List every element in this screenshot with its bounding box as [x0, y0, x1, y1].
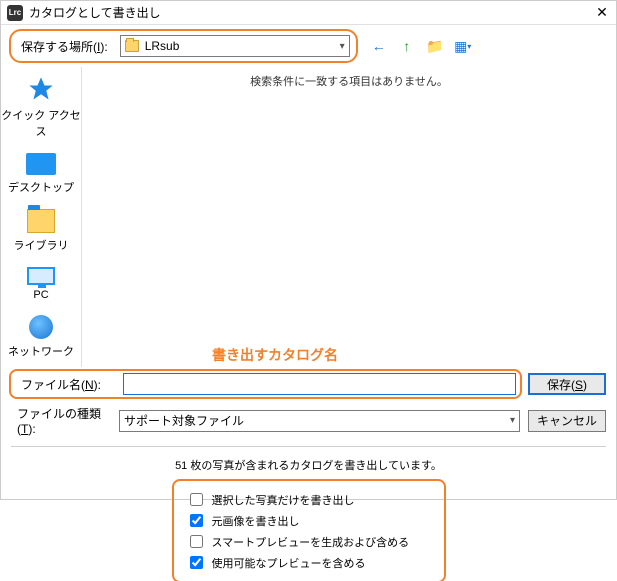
- opt-smart-previews[interactable]: スマートプレビューを生成および含める: [186, 531, 432, 552]
- file-browse-area: 検索条件に一致する項目はありません。 書き出すカタログ名: [81, 67, 616, 367]
- star-icon: [27, 75, 55, 103]
- app-icon: Lrc: [7, 5, 23, 21]
- titlebar: Lrc カタログとして書き出し ✕: [1, 1, 616, 25]
- opt-export-originals-check[interactable]: [190, 514, 203, 527]
- empty-message: 検索条件に一致する項目はありません。: [86, 71, 612, 89]
- save-button[interactable]: 保存(S): [528, 373, 606, 395]
- filename-input[interactable]: [123, 373, 516, 395]
- desktop-icon: [26, 153, 56, 175]
- chevron-down-icon: ▾: [510, 415, 515, 426]
- divider: [11, 446, 606, 447]
- sidebar-item-network[interactable]: ネットワーク: [1, 315, 81, 359]
- back-icon[interactable]: ←: [370, 37, 388, 55]
- network-icon: [29, 315, 53, 339]
- location-row: 保存する場所(I): LRsub ▾ ← ↑ 📁 ▦▾: [1, 25, 616, 67]
- places-sidebar: クイック アクセス デスクトップ ライブラリ PC ネットワーク: [1, 67, 81, 367]
- up-icon[interactable]: ↑: [398, 37, 416, 55]
- folder-icon: [125, 40, 139, 52]
- window-title: カタログとして書き出し: [29, 4, 594, 21]
- cancel-button[interactable]: キャンセル: [528, 410, 606, 432]
- opt-smart-previews-check[interactable]: [190, 535, 203, 548]
- sidebar-item-quick-access[interactable]: クイック アクセス: [1, 75, 81, 139]
- new-folder-icon[interactable]: 📁: [426, 37, 444, 55]
- opt-export-originals[interactable]: 元画像を書き出し: [186, 510, 432, 531]
- main-area: クイック アクセス デスクトップ ライブラリ PC ネットワーク 検索条件に一致…: [1, 67, 616, 367]
- sidebar-item-library[interactable]: ライブラリ: [1, 209, 81, 253]
- toolbar-icons: ← ↑ 📁 ▦▾: [370, 37, 472, 55]
- filetype-label: ファイルの種類(T):: [11, 405, 111, 436]
- location-value: LRsub: [145, 39, 180, 53]
- filename-label: ファイル名(N):: [15, 376, 115, 393]
- chevron-down-icon: ▾: [340, 41, 345, 52]
- export-options: 選択した写真だけを書き出し 元画像を書き出し スマートプレビューを生成および含め…: [174, 481, 444, 581]
- annotation-label: 書き出すカタログ名: [212, 345, 338, 365]
- info-text: 51 枚の写真が含まれるカタログを書き出しています。: [1, 453, 616, 481]
- opt-include-previews-check[interactable]: [190, 556, 203, 569]
- filetype-select[interactable]: サポート対象ファイル ▾: [119, 410, 520, 432]
- location-select[interactable]: LRsub ▾: [120, 35, 350, 57]
- sidebar-item-pc[interactable]: PC: [1, 267, 81, 301]
- view-menu-icon[interactable]: ▦▾: [454, 37, 472, 55]
- library-icon: [27, 209, 55, 233]
- opt-include-previews[interactable]: 使用可能なプレビューを含める: [186, 552, 432, 573]
- pc-icon: [27, 267, 55, 285]
- sidebar-item-desktop[interactable]: デスクトップ: [1, 153, 81, 195]
- filename-row: ファイル名(N): 保存(S): [1, 367, 616, 401]
- filetype-row: ファイルの種類(T): サポート対象ファイル ▾ キャンセル: [1, 401, 616, 440]
- location-label: 保存する場所(I):: [17, 38, 112, 55]
- close-icon[interactable]: ✕: [594, 4, 610, 21]
